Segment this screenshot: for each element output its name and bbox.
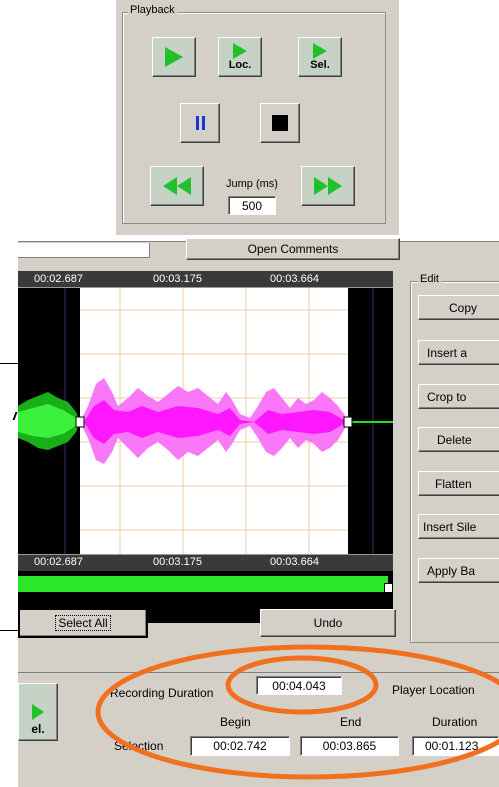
flatten-label: Flatten: [435, 476, 472, 491]
bottom-time-1: 00:03.175: [153, 556, 202, 568]
play-selection-button[interactable]: Sel.: [298, 37, 342, 77]
selection-end-handle: [343, 416, 353, 428]
sel-label: Sel.: [310, 59, 330, 71]
comments-field-edge: [18, 243, 150, 258]
play-icon: [313, 43, 327, 59]
bottom-time-2: 00:03.664: [270, 556, 319, 568]
highlight-annotations: [95, 644, 499, 780]
pause-button[interactable]: [180, 103, 220, 143]
apply-label: Apply Ba: [427, 563, 476, 578]
insert-button[interactable]: Insert a: [418, 340, 499, 365]
waveform-view[interactable]: 00:02.687 00:03.175 00:03.664 00:02.687 …: [18, 271, 393, 623]
open-comments-button[interactable]: Open Comments: [186, 238, 400, 260]
crop-label: Crop to: [427, 389, 467, 404]
insert-silence-button[interactable]: Insert Sile: [418, 514, 499, 539]
open-comments-label: Open Comments: [247, 242, 339, 256]
pause-icon: [195, 116, 205, 130]
top-time-2: 00:03.664: [270, 273, 319, 285]
copy-button[interactable]: Copy: [418, 295, 499, 320]
position-scrollbar[interactable]: [18, 573, 393, 595]
edit-group: [410, 281, 499, 643]
scrollbar-handle[interactable]: [384, 583, 393, 593]
stop-button[interactable]: [260, 103, 300, 143]
copy-label: Copy: [448, 300, 477, 315]
edit-title: Edit: [418, 273, 441, 285]
jump-input[interactable]: 500: [228, 196, 276, 215]
select-all-label: Select All: [55, 615, 111, 631]
select-all-button[interactable]: Select All: [18, 608, 148, 638]
scrollbar-thumb[interactable]: [18, 576, 388, 592]
play-button[interactable]: [152, 37, 196, 77]
top-time-1: 00:03.175: [153, 273, 202, 285]
selection-start-handle: [75, 416, 85, 428]
stop-icon: [272, 115, 288, 131]
crop-button[interactable]: Crop to: [418, 384, 499, 409]
apply-button[interactable]: Apply Ba: [418, 558, 499, 583]
jump-label: Jump (ms): [226, 178, 278, 190]
playback-title: Playback: [128, 4, 177, 16]
rewind-button[interactable]: [150, 166, 204, 206]
rewind-icon: [163, 177, 191, 195]
flatten-button[interactable]: Flatten: [418, 471, 499, 496]
small-highlight-ellipse: [225, 655, 379, 715]
play-icon: [165, 47, 183, 67]
insert-label: Insert a: [427, 345, 468, 360]
fast-forward-icon: [314, 177, 342, 195]
annotation-line-bottom: [0, 630, 18, 631]
waveform-svg: [18, 288, 393, 554]
play-icon: [233, 43, 247, 59]
timeline-bottom: 00:02.687 00:03.175 00:03.664: [18, 554, 393, 571]
play-location-button[interactable]: Loc.: [218, 37, 262, 77]
insert-silence-label: Insert Sile: [423, 519, 477, 534]
fast-forward-button[interactable]: [301, 166, 355, 206]
timeline-top: 00:02.687 00:03.175 00:03.664: [18, 271, 393, 288]
annotation-line-top: [0, 363, 18, 364]
loc-label: Loc.: [228, 59, 252, 71]
delete-button[interactable]: Delete: [418, 427, 499, 452]
top-time-0: 00:02.687: [34, 273, 83, 285]
playback-panel: Playback Loc. Sel. Jump (ms) 500: [116, 0, 399, 235]
bottom-time-0: 00:02.687: [34, 556, 83, 568]
undo-label: Undo: [313, 616, 343, 630]
undo-button[interactable]: Undo: [260, 609, 396, 637]
annotation-mark: [0, 412, 18, 420]
delete-label: Delete: [437, 432, 472, 447]
